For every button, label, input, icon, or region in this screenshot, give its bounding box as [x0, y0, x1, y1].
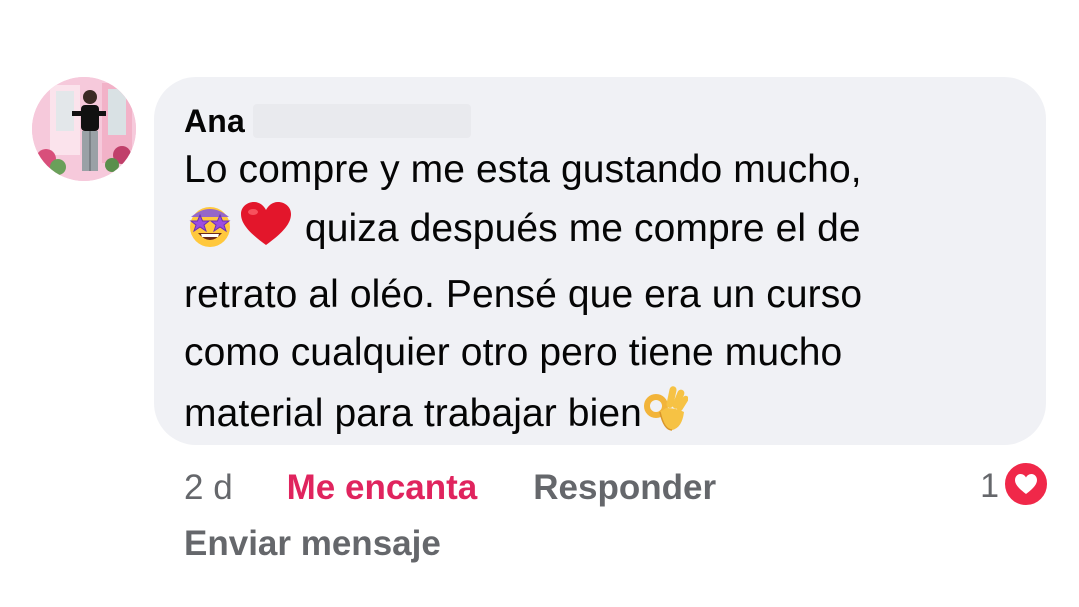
reaction-count: 1: [980, 466, 999, 505]
comment-line: Lo compre y me esta gustando mucho,: [184, 148, 862, 191]
comment-actions: 2 d Me encanta Responder: [184, 466, 716, 510]
avatar[interactable]: [32, 77, 136, 181]
comment-line: retrato al oléo. Pensé que era un curso: [184, 273, 863, 316]
comment-author[interactable]: Ana: [184, 103, 245, 140]
comment-text: Lo compre y me esta gustando mucho, quiz…: [184, 141, 1016, 451]
comment-bubble: Ana Lo compre y me esta gustando mucho,: [154, 77, 1046, 445]
comment-screen: Ana Lo compre y me esta gustando mucho,: [0, 0, 1079, 607]
love-reaction-icon: [1003, 460, 1049, 512]
red-heart-emoji: [238, 199, 294, 266]
comment-line: como cualquier otro pero tiene mucho: [184, 331, 843, 374]
send-message-button[interactable]: Enviar mensaje: [184, 524, 441, 564]
comment-line-text: quiza después me compre el de: [294, 207, 861, 250]
comment-line-with-emoji: material para trabajar bien: [184, 382, 1016, 451]
avatar-photo: [32, 77, 136, 181]
name-redaction: [253, 104, 472, 138]
reaction-summary[interactable]: 1: [980, 460, 1049, 512]
ok-hand-emoji: [642, 382, 689, 451]
reply-button[interactable]: Responder: [533, 468, 716, 508]
comment-line-text: material para trabajar bien: [184, 392, 642, 435]
comment-line-with-emoji: quiza después me compre el de: [184, 199, 1016, 266]
star-struck-emoji: [184, 199, 238, 266]
comment-timestamp[interactable]: 2 d: [184, 468, 233, 508]
love-reaction-button[interactable]: Me encanta: [287, 468, 478, 508]
